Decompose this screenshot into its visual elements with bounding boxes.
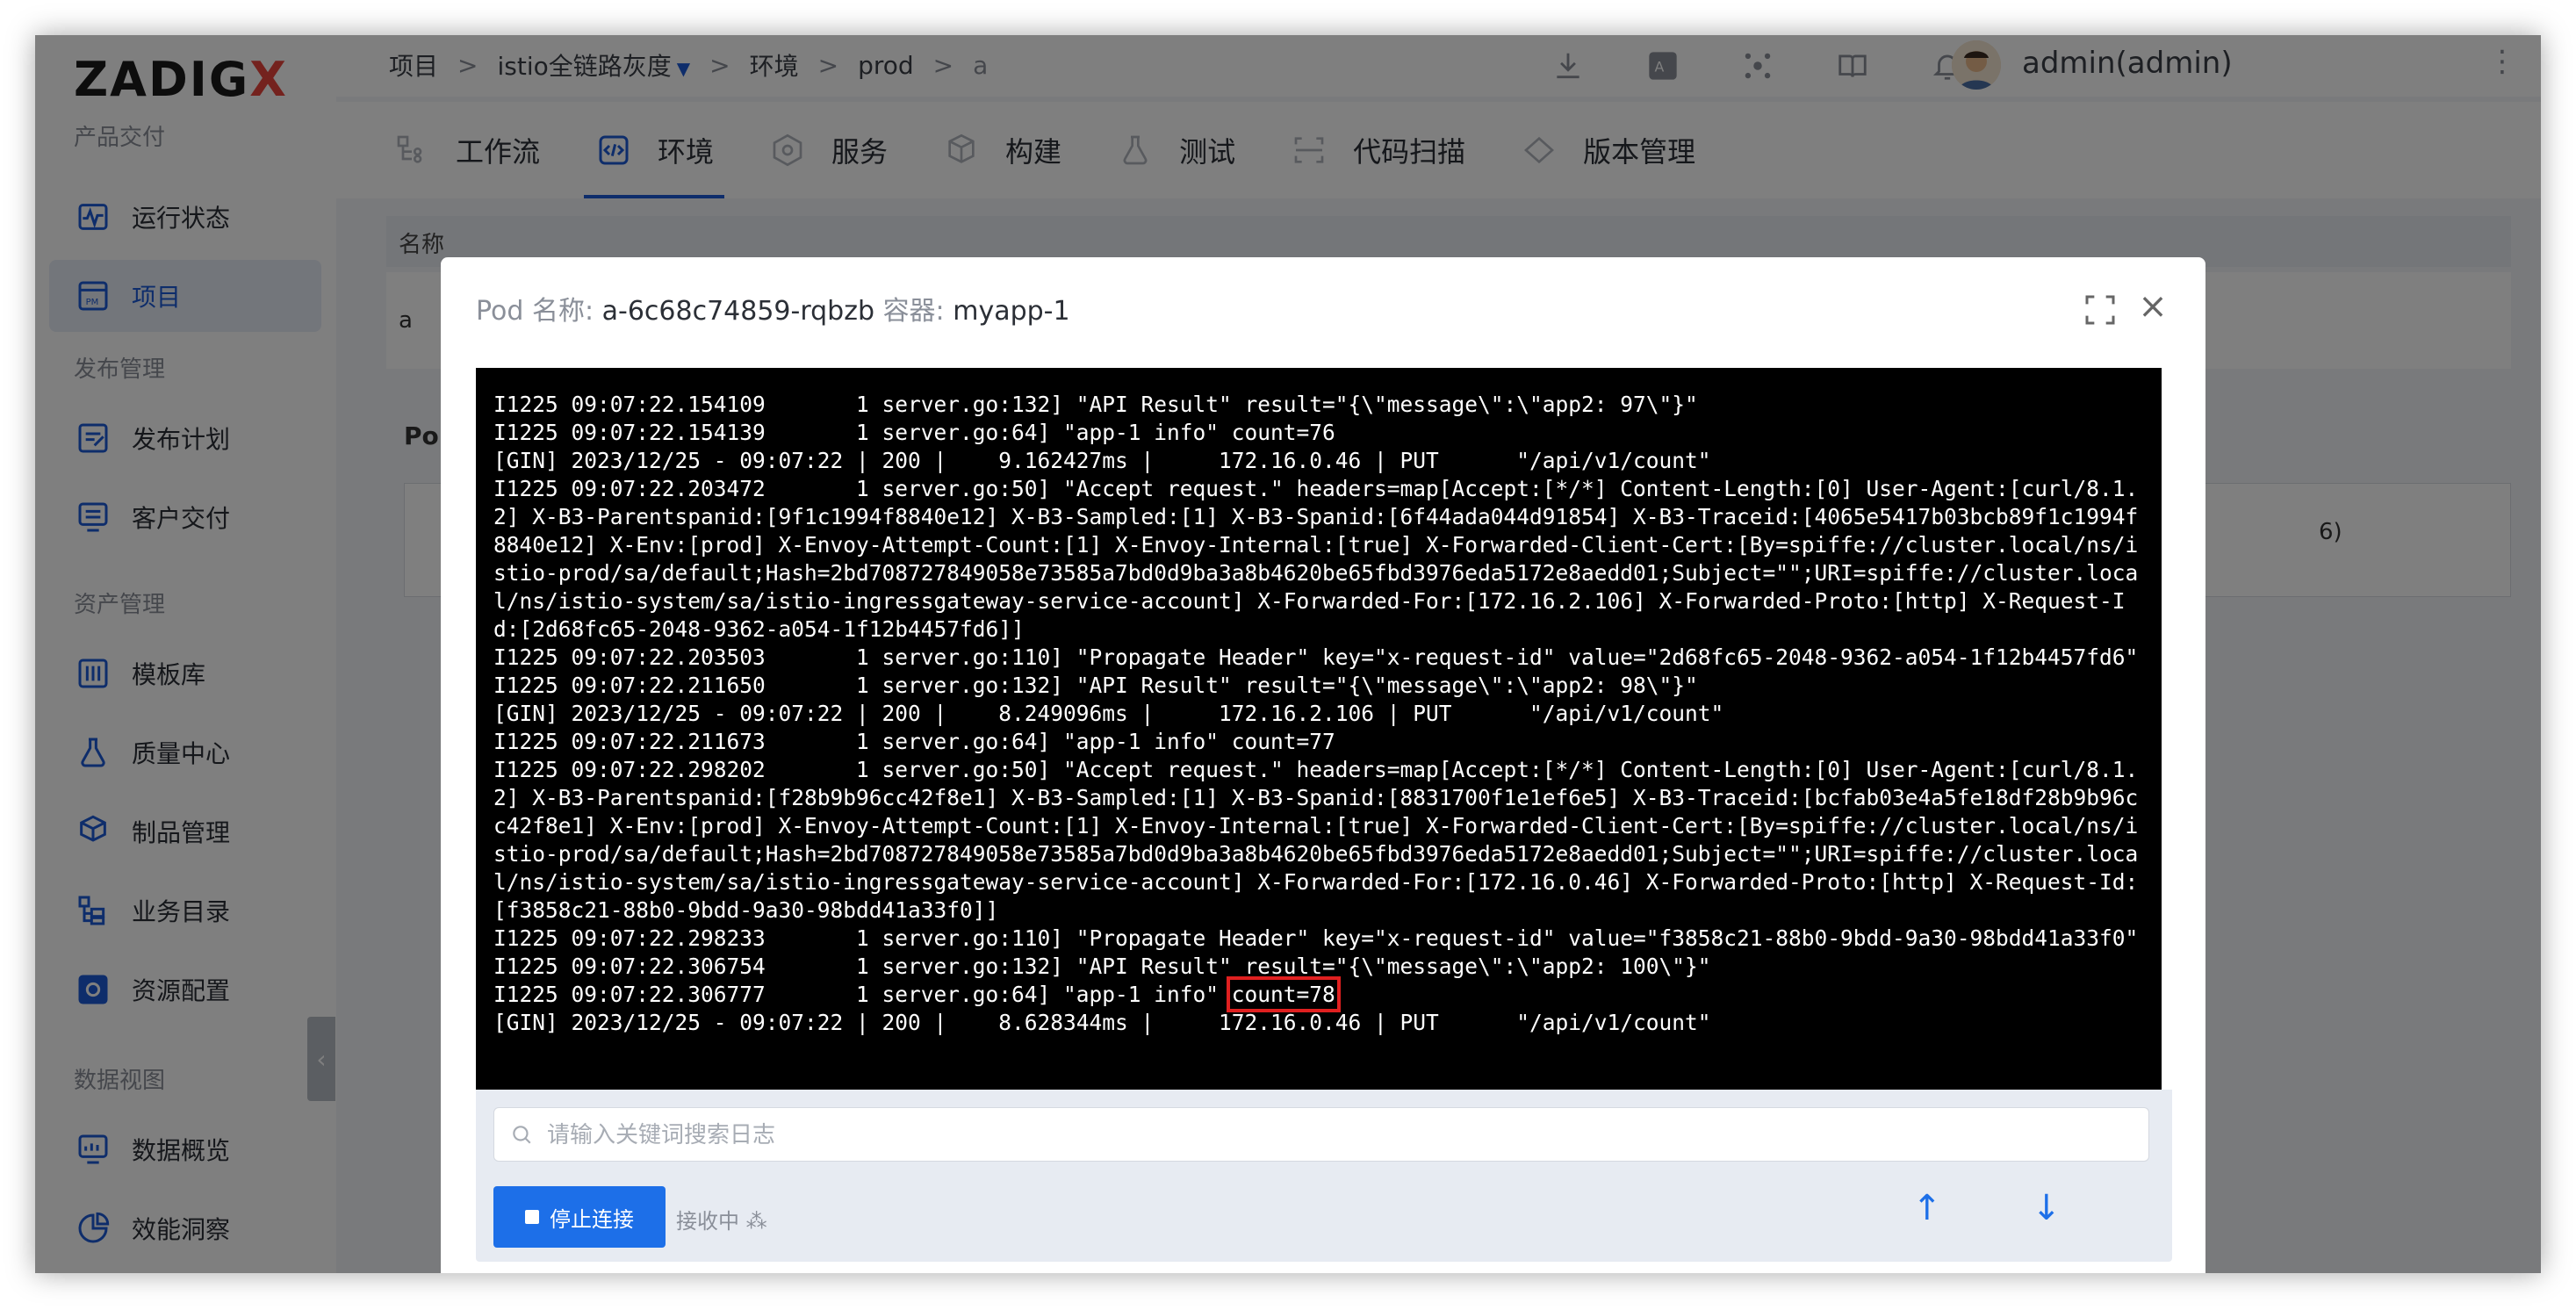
log-line: I1225 09:07:22.211673 1 server.go:64] "a… bbox=[493, 729, 1335, 754]
log-search-input[interactable] bbox=[547, 1120, 2110, 1148]
spinner-icon: ⁂ bbox=[745, 1209, 767, 1234]
stop-connection-button[interactable]: 停止连接 bbox=[493, 1186, 666, 1248]
dialog-title: Pod 名称: a-6c68c74859-rqbzb 容器: myapp-1 bbox=[476, 296, 1070, 327]
log-line: I1225 09:07:22.298202 1 server.go:50] "A… bbox=[493, 757, 2139, 923]
scroll-top-arrow-icon[interactable]: ↑ bbox=[1912, 1188, 1942, 1228]
app-window: 名称 a Po 6) ZADIGX 产品交付 运行状态 PM 项目 发布管理 发… bbox=[35, 35, 2541, 1273]
log-line: I1225 09:07:22.203503 1 server.go:110] "… bbox=[493, 644, 2139, 670]
log-line: [GIN] 2023/12/25 - 09:07:22 | 200 | 8.62… bbox=[493, 1010, 1711, 1035]
log-line: I1225 09:07:22.298233 1 server.go:110] "… bbox=[493, 925, 2139, 951]
receiving-status: 接收中 ⁂ bbox=[676, 1209, 767, 1234]
log-line: I1225 09:07:22.211650 1 server.go:132] "… bbox=[493, 673, 1698, 698]
log-search-box bbox=[493, 1107, 2149, 1162]
log-toolbar: 停止连接 接收中 ⁂ ↑ ↓ bbox=[476, 1090, 2172, 1262]
log-line: I1225 09:07:22.154139 1 server.go:64] "a… bbox=[493, 420, 1335, 445]
pod-name: a-6c68c74859-rqbzb bbox=[601, 296, 875, 327]
log-line: I1225 09:07:22.154109 1 server.go:132] "… bbox=[493, 392, 1698, 417]
stop-icon bbox=[525, 1210, 539, 1224]
close-icon[interactable]: × bbox=[2135, 289, 2170, 324]
container-name: myapp-1 bbox=[953, 296, 1070, 327]
log-line: I1225 09:07:22.306754 1 server.go:132] "… bbox=[493, 954, 1711, 979]
log-line: I1225 09:07:22.203472 1 server.go:50] "A… bbox=[493, 476, 2139, 642]
log-line: [GIN] 2023/12/25 - 09:07:22 | 200 | 8.24… bbox=[493, 701, 1724, 726]
highlighted-count: count=78 bbox=[1226, 976, 1341, 1012]
search-icon bbox=[513, 1126, 531, 1144]
fullscreen-icon[interactable] bbox=[2083, 292, 2118, 328]
log-console[interactable]: I1225 09:07:22.154109 1 server.go:132] "… bbox=[476, 368, 2162, 1093]
log-line: [GIN] 2023/12/25 - 09:07:22 | 200 | 9.16… bbox=[493, 448, 1711, 473]
scroll-bottom-arrow-icon[interactable]: ↓ bbox=[2032, 1188, 2062, 1228]
pod-log-dialog: Pod 名称: a-6c68c74859-rqbzb 容器: myapp-1 ×… bbox=[441, 257, 2205, 1273]
log-line-highlighted: I1225 09:07:22.306777 1 server.go:64] "a… bbox=[493, 976, 1341, 1012]
